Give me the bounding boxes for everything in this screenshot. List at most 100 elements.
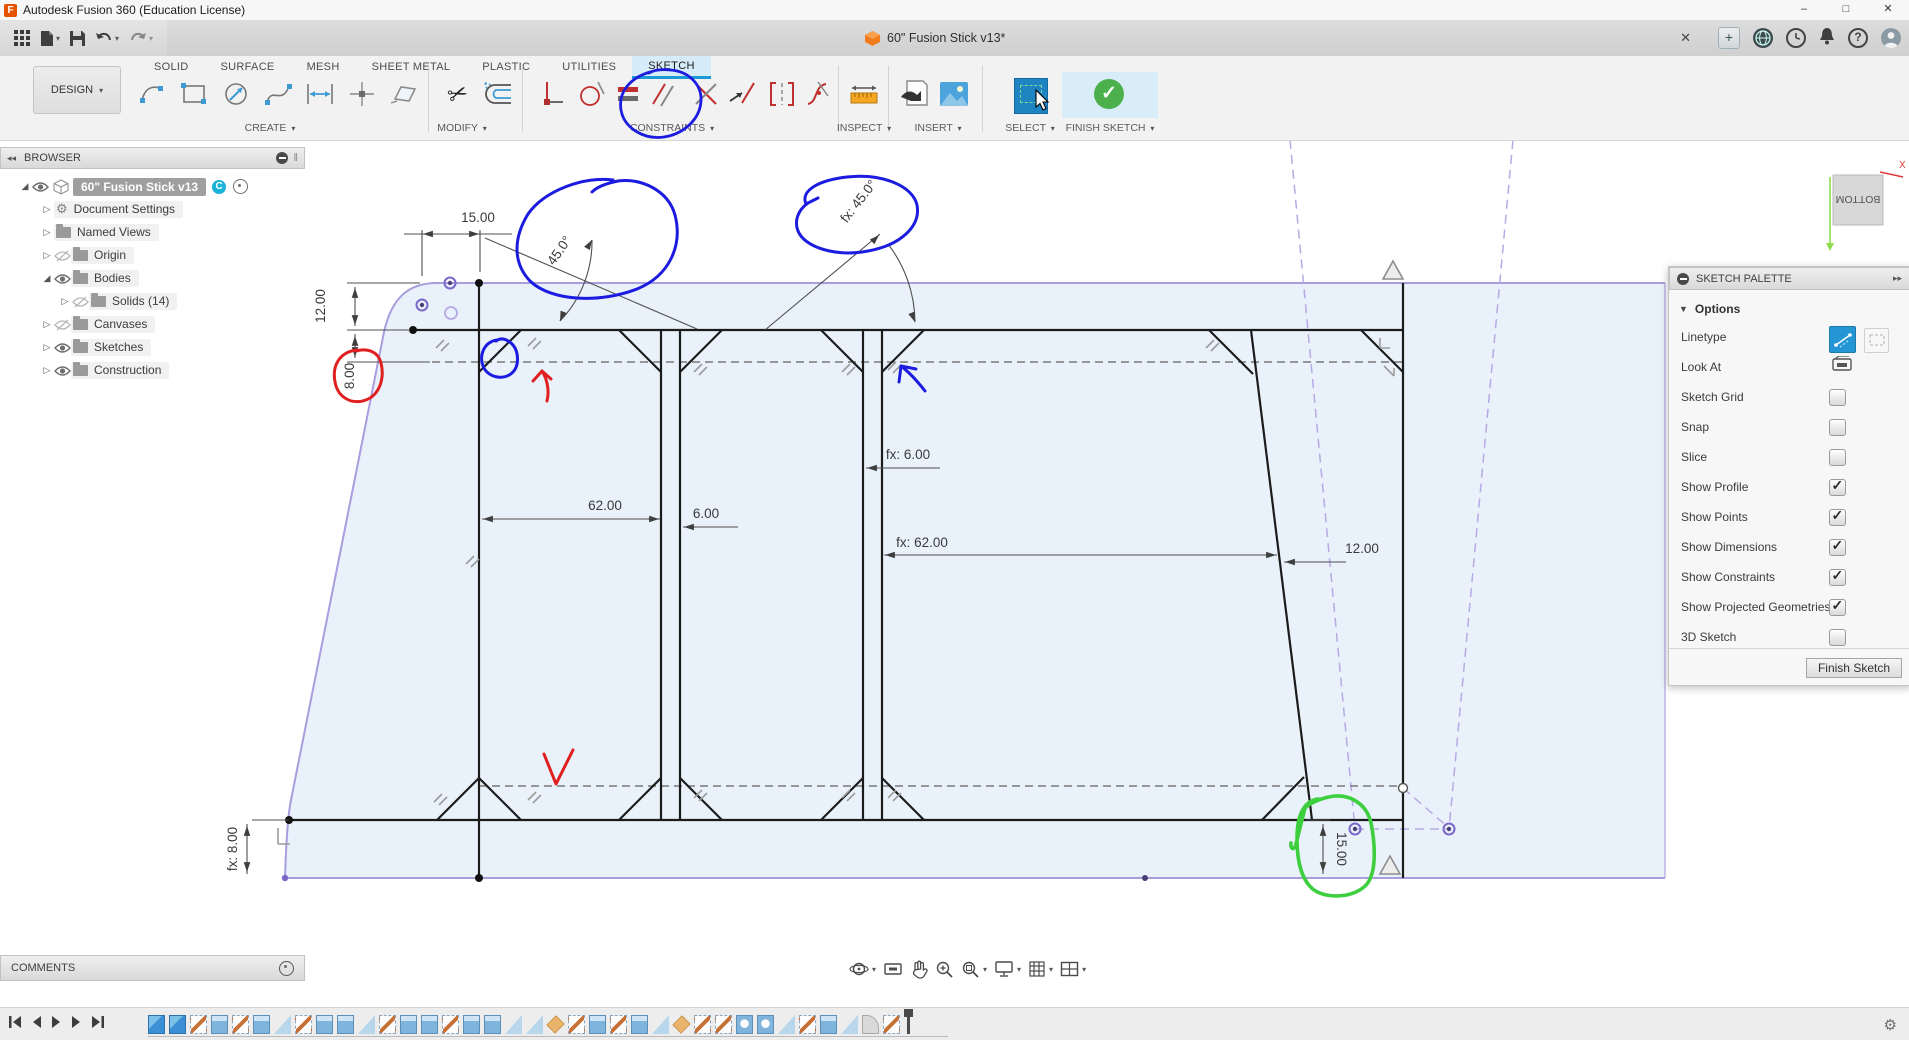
expander-icon[interactable]: ▷: [40, 227, 54, 238]
constraint-perpendicular-icon[interactable]: [690, 78, 722, 110]
show-projected-geometries-checkbox[interactable]: [1829, 599, 1846, 616]
browser-home-icon[interactable]: [1753, 28, 1773, 48]
group-label-finish-sketch[interactable]: FINISH SKETCH ▾: [1066, 122, 1155, 134]
constraint-symmetry-icon[interactable]: [766, 78, 798, 110]
browser-item-canvases[interactable]: ▷ Canvases: [0, 313, 305, 336]
group-label-inspect[interactable]: INSPECT ▾: [837, 122, 891, 134]
timeline-feature-mirror[interactable]: [358, 1015, 375, 1034]
browser-item-sketches[interactable]: ▷ Sketches: [0, 336, 305, 359]
browser-item-named-views[interactable]: ▷ Named Views: [0, 221, 305, 244]
eye-visible-icon[interactable]: [32, 181, 49, 193]
timeline-feature-plane[interactable]: [672, 1015, 690, 1033]
tab-surface[interactable]: SURFACE: [205, 56, 291, 79]
browser-item-label[interactable]: Sketches: [94, 340, 143, 354]
expander-icon[interactable]: ▷: [58, 296, 72, 307]
new-document-icon[interactable]: +: [1718, 27, 1740, 49]
browser-item-label[interactable]: Bodies: [94, 271, 131, 285]
constraint-curvature-icon[interactable]: [802, 78, 834, 110]
eye-hidden-icon[interactable]: [54, 250, 71, 262]
timeline-feature-extrude[interactable]: [337, 1015, 354, 1034]
view-cube[interactable]: BOTTOM X: [1826, 160, 1906, 251]
browser-item-origin[interactable]: ▷ Origin: [0, 244, 305, 267]
redo-icon[interactable]: ▾: [129, 31, 153, 45]
rectangle-tool-icon[interactable]: [178, 78, 210, 110]
browser-item-label[interactable]: Origin: [94, 248, 126, 262]
timeline-feature-canvas[interactable]: [169, 1015, 186, 1034]
timeline-feature-sketch[interactable]: [379, 1015, 396, 1034]
group-label-constraints[interactable]: CONSTRAINTS ▾: [630, 122, 714, 134]
sketch-profile-fill[interactable]: [285, 283, 1665, 878]
insert-image-icon[interactable]: [938, 78, 970, 110]
3d-sketch-checkbox[interactable]: [1829, 629, 1846, 646]
linetype-construction-icon[interactable]: [1864, 328, 1889, 353]
offset-tool-icon[interactable]: [482, 78, 514, 110]
browser-item-solids[interactable]: ▷ Solids (14): [0, 290, 305, 313]
arc-tool-icon[interactable]: [136, 78, 168, 110]
timeline-feature-mirror[interactable]: [778, 1015, 795, 1034]
timeline-feature-sketch[interactable]: [799, 1015, 816, 1034]
constraint-tangent-icon[interactable]: [576, 78, 608, 110]
browser-item-label[interactable]: Named Views: [77, 225, 151, 239]
timeline-feature-mirror[interactable]: [841, 1015, 858, 1034]
go-to-start-button[interactable]: [8, 1015, 22, 1034]
eye-visible-icon[interactable]: [54, 273, 71, 285]
browser-item-label[interactable]: 60" Fusion Stick v13: [73, 178, 206, 196]
timeline-feature-sketch[interactable]: [232, 1015, 249, 1034]
eye-visible-icon[interactable]: [54, 342, 71, 354]
timeline-feature-mirror[interactable]: [505, 1015, 522, 1034]
collapse-panel-icon[interactable]: ◂◂: [7, 153, 16, 164]
dimension-tool-icon[interactable]: [304, 78, 336, 110]
select-tool-icon[interactable]: [1014, 78, 1048, 114]
timeline-feature-extrude[interactable]: [421, 1015, 438, 1034]
timeline-track[interactable]: [148, 1036, 948, 1037]
timeline-feature-canvas[interactable]: [148, 1015, 165, 1034]
browser-header[interactable]: ◂◂ BROWSER ‖: [0, 147, 305, 169]
browser-item-label[interactable]: Canvases: [94, 317, 147, 331]
step-forward-button[interactable]: [71, 1015, 82, 1034]
grid-settings-icon[interactable]: ▾: [1027, 959, 1054, 979]
expander-open-icon[interactable]: ◢: [18, 181, 32, 192]
constraint-parallel-icon[interactable]: [646, 78, 678, 110]
job-status-clock-icon[interactable]: [1786, 28, 1806, 48]
expander-open-icon[interactable]: ◢: [40, 273, 54, 284]
eye-hidden-icon[interactable]: [54, 319, 71, 331]
expander-icon[interactable]: ▷: [40, 204, 54, 215]
point-tool-icon[interactable]: [346, 78, 378, 110]
circle-tool-icon[interactable]: [220, 78, 252, 110]
constraint-midpoint-icon[interactable]: [726, 78, 758, 110]
undo-icon[interactable]: ▾: [95, 31, 119, 45]
expander-icon[interactable]: ▷: [40, 250, 54, 261]
tab-sheet-metal[interactable]: SHEET METAL: [356, 56, 467, 79]
look-at-nav-icon[interactable]: [882, 959, 904, 979]
show-dimensions-checkbox[interactable]: [1829, 539, 1846, 556]
group-label-insert[interactable]: INSERT ▾: [914, 122, 961, 134]
cloud-status-badge[interactable]: C: [212, 180, 226, 194]
show-profile-checkbox[interactable]: [1829, 479, 1846, 496]
minimize-button[interactable]: –: [1783, 0, 1825, 20]
expander-icon[interactable]: ▷: [40, 342, 54, 353]
finish-sketch-palette-button[interactable]: Finish Sketch: [1806, 658, 1902, 678]
timeline-feature-extrude[interactable]: [484, 1015, 501, 1034]
notification-bell-icon[interactable]: [1819, 27, 1835, 50]
timeline-feature-sketch[interactable]: [694, 1015, 711, 1034]
tab-solid[interactable]: SOLID: [138, 56, 205, 79]
show-constraints-checkbox[interactable]: [1829, 569, 1846, 586]
tab-sketch[interactable]: SKETCH: [632, 56, 710, 79]
timeline-feature-round[interactable]: [862, 1015, 879, 1034]
viewports-icon[interactable]: ▾: [1059, 960, 1087, 979]
step-back-button[interactable]: [31, 1015, 42, 1034]
show-points-checkbox[interactable]: [1829, 509, 1846, 526]
browser-grip-icon[interactable]: ‖: [293, 152, 298, 164]
browser-item-construction[interactable]: ▷ Construction: [0, 359, 305, 382]
slice-checkbox[interactable]: [1829, 449, 1846, 466]
tab-plastic[interactable]: PLASTIC: [466, 56, 546, 79]
comments-pin-icon[interactable]: [279, 961, 294, 976]
timeline-feature-extrude[interactable]: [820, 1015, 837, 1034]
timeline-feature-sketch[interactable]: [295, 1015, 312, 1034]
close-document-icon[interactable]: ✕: [1680, 30, 1691, 46]
timeline-feature-sketch[interactable]: [190, 1015, 207, 1034]
palette-hide-icon[interactable]: [1677, 273, 1689, 285]
sketch-grid-checkbox[interactable]: [1829, 389, 1846, 406]
timeline-feature-mirror[interactable]: [274, 1015, 291, 1034]
timeline-feature-sketch[interactable]: [610, 1015, 627, 1034]
